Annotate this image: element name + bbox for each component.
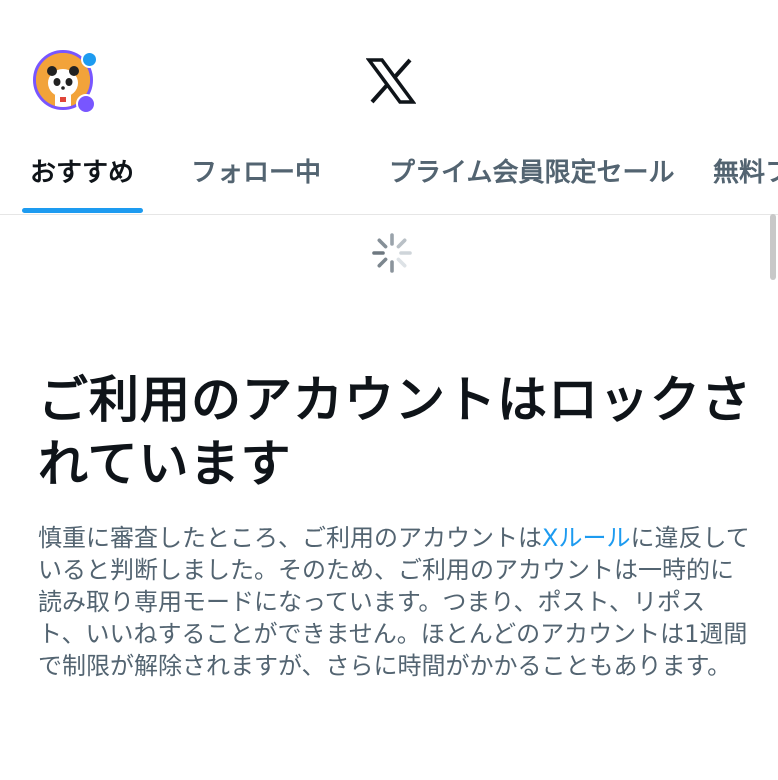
tab-recommended[interactable]: おすすめ [30,152,134,189]
active-tab-indicator [22,208,143,213]
timeline-tabs: おすすめ フォロー中 プライム会員限定セール 無料フ [0,140,778,215]
locked-title: ご利用のアカウントはロックされています [38,371,752,493]
account-badge [76,94,96,114]
tab-prime-sale[interactable]: プライム会員限定セール [389,152,674,189]
loading-spinner-icon [372,233,412,273]
page: おすすめ フォロー中 プライム会員限定セール 無料フ ご利用のアカウントはロック… [0,0,778,780]
locked-message: 慎重に審査したところ、ご利用のアカウントはXルールに違反していると判断しました。… [38,522,750,682]
tab-following[interactable]: フォロー中 [191,152,321,189]
scrollbar[interactable] [770,214,776,280]
notification-dot [81,51,98,68]
x-logo-icon[interactable] [366,56,416,106]
tab-free[interactable]: 無料フ [713,152,778,189]
x-rules-link[interactable]: Xルール [542,524,630,552]
top-bar [0,0,778,150]
locked-message-part-1: 慎重に審査したところ、ご利用のアカウントは [38,524,542,552]
